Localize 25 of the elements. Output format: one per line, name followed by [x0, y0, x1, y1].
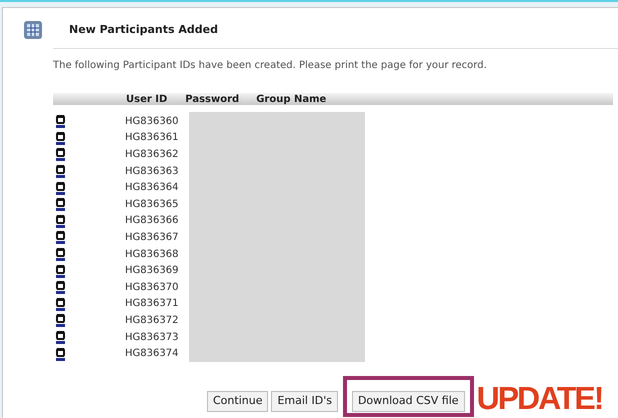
user-id: HG836360 — [125, 114, 180, 129]
user-id: HG836367 — [125, 230, 180, 245]
grid-icon — [23, 20, 43, 40]
user-id: HG836372 — [125, 314, 180, 328]
user-id: HG836366 — [125, 214, 180, 228]
user-id: HG836374 — [125, 347, 180, 362]
user-id: HG836361 — [125, 131, 180, 146]
user-id: HG836362 — [125, 148, 180, 162]
page-title: New Participants Added — [69, 22, 218, 38]
user-id: HG836368 — [125, 248, 180, 262]
user-id: HG836365 — [125, 198, 180, 212]
column-header: Group Name — [256, 92, 326, 106]
action-button[interactable]: Continue — [207, 390, 268, 412]
action-button[interactable]: Email ID's — [271, 390, 338, 412]
action-button[interactable]: Download CSV file — [352, 390, 465, 412]
user-id: HG836369 — [125, 264, 180, 278]
column-header: User ID — [126, 92, 168, 106]
column-header: Password — [185, 92, 240, 106]
update-label: UPDATE! — [476, 382, 602, 414]
user-id: HG836371 — [125, 297, 180, 312]
user-id: HG836373 — [125, 330, 180, 345]
info-message: The following Participant IDs have been created. Please print the page for your record. — [53, 59, 488, 73]
user-id: HG836370 — [125, 280, 180, 295]
user-id: HG836364 — [125, 181, 180, 196]
user-id: HG836363 — [125, 164, 180, 179]
